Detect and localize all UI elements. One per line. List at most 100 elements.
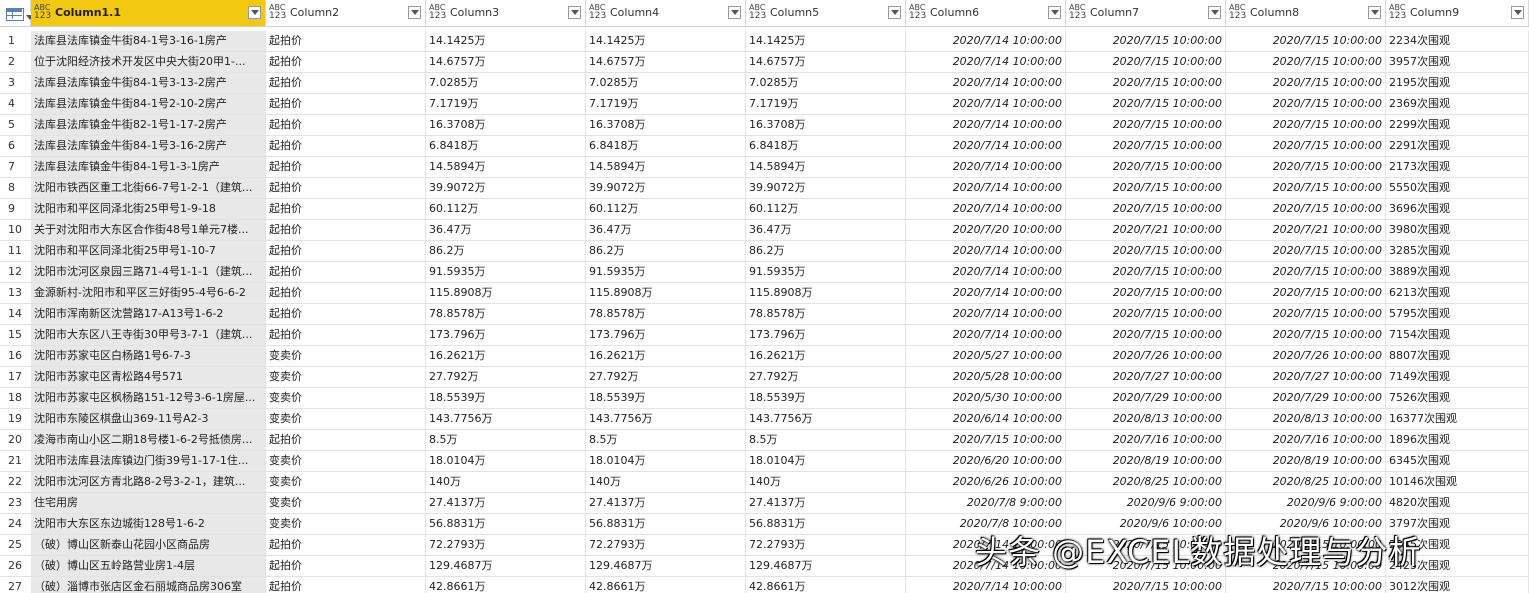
table-cell-col4[interactable]: 7.1719万 — [586, 94, 746, 114]
table-cell-col3[interactable]: 39.9072万 — [426, 178, 586, 198]
table-cell-col7[interactable]: 2020/7/15 10:00:00 — [1066, 31, 1226, 51]
filter-dropdown-icon[interactable] — [1511, 6, 1524, 19]
table-cell-col1[interactable]: 沈阳市和平区同泽北街25甲号1-10-7 — [31, 241, 266, 261]
table-cell-col8[interactable]: 2020/7/15 10:00:00 — [1226, 241, 1386, 261]
table-cell-col7[interactable]: 2020/7/27 10:00:00 — [1066, 367, 1226, 387]
table-cell-col1[interactable]: 法库县法库镇金牛街84-1号3-16-1房产 — [31, 31, 266, 51]
table-cell-col7[interactable]: 2020/7/15 10:00:00 — [1066, 73, 1226, 93]
row-number[interactable]: 9 — [0, 199, 33, 219]
table-cell-col8[interactable]: 2020/7/15 10:00:00 — [1226, 73, 1386, 93]
table-cell-col8[interactable]: 2020/8/19 10:00:00 — [1226, 451, 1386, 471]
table-cell-col6[interactable]: 2020/5/27 10:00:00 — [906, 346, 1066, 366]
table-cell-col9[interactable]: 10146次围观 — [1386, 472, 1529, 492]
table-cell-col1[interactable]: （破）博山区五岭路营业房1-4层 — [31, 556, 266, 576]
table-cell-col6[interactable]: 2020/5/28 10:00:00 — [906, 367, 1066, 387]
table-cell-col1[interactable]: 沈阳市沈河区方青北路8-2号3-2-1，建筑... — [31, 472, 266, 492]
filter-dropdown-icon[interactable] — [1048, 6, 1061, 19]
table-cell-col3[interactable]: 72.2793万 — [426, 535, 586, 555]
table-cell-col4[interactable]: 6.8418万 — [586, 136, 746, 156]
table-cell-col1[interactable]: （破）博山区新泰山花园小区商品房 — [31, 535, 266, 555]
table-cell-col7[interactable]: 2020/7/16 10:00:00 — [1066, 430, 1226, 450]
table-cell-col6[interactable]: 2020/7/15 10:00:00 — [906, 430, 1066, 450]
table-cell-col6[interactable]: 2020/7/20 10:00:00 — [906, 220, 1066, 240]
table-cell-col8[interactable]: 2020/7/15 10:00:00 — [1226, 199, 1386, 219]
column-header-9[interactable]: ABC 123 Column9 — [1386, 0, 1529, 26]
table-cell-col3[interactable]: 16.3708万 — [426, 115, 586, 135]
table-cell-col6[interactable]: 2020/7/14 10:00:00 — [906, 199, 1066, 219]
table-cell-col3[interactable]: 36.47万 — [426, 220, 586, 240]
table-cell-col5[interactable]: 8.5万 — [746, 430, 906, 450]
filter-dropdown-icon[interactable] — [568, 6, 581, 19]
row-number[interactable]: 19 — [0, 409, 33, 429]
table-cell-col1[interactable]: 沈阳市沈河区泉园三路71-4号1-1-1（建筑... — [31, 262, 266, 282]
table-cell-col3[interactable]: 173.796万 — [426, 325, 586, 345]
table-cell-col2[interactable]: 变卖价 — [266, 367, 426, 387]
row-number[interactable]: 10 — [0, 220, 33, 240]
table-cell-col3[interactable]: 27.4137万 — [426, 493, 586, 513]
table-cell-col7[interactable]: 2020/7/15 10:00:00 — [1066, 199, 1226, 219]
row-number[interactable]: 12 — [0, 262, 33, 282]
table-cell-col4[interactable]: 14.6757万 — [586, 52, 746, 72]
table-cell-col5[interactable]: 18.0104万 — [746, 451, 906, 471]
table-cell-col1[interactable]: 沈阳市苏家屯区青松路4号571 — [31, 367, 266, 387]
table-cell-col9[interactable]: 3889次围观 — [1386, 262, 1529, 282]
row-number[interactable]: 25 — [0, 535, 33, 555]
table-cell-col4[interactable]: 173.796万 — [586, 325, 746, 345]
table-cell-col4[interactable]: 7.0285万 — [586, 73, 746, 93]
table-cell-col8[interactable]: 2020/7/15 10:00:00 — [1226, 262, 1386, 282]
table-cell-col2[interactable]: 起拍价 — [266, 241, 426, 261]
row-number[interactable]: 16 — [0, 346, 33, 366]
table-cell-col6[interactable]: 2020/6/20 10:00:00 — [906, 451, 1066, 471]
table-cell-col4[interactable]: 14.1425万 — [586, 31, 746, 51]
table-cell-col2[interactable]: 起拍价 — [266, 577, 426, 593]
table-cell-col1[interactable]: 法库县法库镇金牛街84-1号3-13-2房产 — [31, 73, 266, 93]
table-cell-col1[interactable]: 沈阳市法库县法库镇边门街39号1-17-1住... — [31, 451, 266, 471]
table-cell-col8[interactable]: 2020/7/15 10:00:00 — [1226, 325, 1386, 345]
table-cell-col8[interactable]: 2020/7/15 10:00:00 — [1226, 52, 1386, 72]
table-cell-col4[interactable]: 140万 — [586, 472, 746, 492]
table-cell-col3[interactable]: 27.792万 — [426, 367, 586, 387]
table-cell-col7[interactable]: 2020/7/15 10:00:00 — [1066, 178, 1226, 198]
table-cell-col3[interactable]: 6.8418万 — [426, 136, 586, 156]
table-cell-col4[interactable]: 56.8831万 — [586, 514, 746, 534]
table-cell-col7[interactable]: 2020/8/25 10:00:00 — [1066, 472, 1226, 492]
table-cell-col4[interactable]: 8.5万 — [586, 430, 746, 450]
table-cell-col2[interactable]: 起拍价 — [266, 283, 426, 303]
row-number[interactable]: 4 — [0, 94, 33, 114]
table-cell-col3[interactable]: 42.8661万 — [426, 577, 586, 593]
table-cell-col5[interactable]: 6.8418万 — [746, 136, 906, 156]
table-cell-col2[interactable]: 起拍价 — [266, 73, 426, 93]
table-cell-col5[interactable]: 140万 — [746, 472, 906, 492]
table-cell-col9[interactable]: 2195次围观 — [1386, 73, 1529, 93]
table-cell-col1[interactable]: 沈阳市大东区东边城街128号1-6-2 — [31, 514, 266, 534]
table-cell-col8[interactable]: 2020/7/29 10:00:00 — [1226, 388, 1386, 408]
table-cell-col1[interactable]: 沈阳市苏家屯区枫杨路151-12号3-6-1房屋... — [31, 388, 266, 408]
table-cell-col3[interactable]: 7.0285万 — [426, 73, 586, 93]
table-cell-col8[interactable]: 2020/7/15 10:00:00 — [1226, 178, 1386, 198]
table-cell-col6[interactable]: 2020/6/26 10:00:00 — [906, 472, 1066, 492]
table-cell-col5[interactable]: 14.6757万 — [746, 52, 906, 72]
table-cell-col8[interactable]: 2020/7/15 10:00:00 — [1226, 94, 1386, 114]
row-number[interactable]: 23 — [0, 493, 33, 513]
table-cell-col7[interactable]: 2020/7/15 10:00:00 — [1066, 283, 1226, 303]
table-cell-col4[interactable]: 78.8578万 — [586, 304, 746, 324]
table-cell-col4[interactable]: 16.2621万 — [586, 346, 746, 366]
table-cell-col5[interactable]: 72.2793万 — [746, 535, 906, 555]
row-number[interactable]: 13 — [0, 283, 33, 303]
table-cell-col5[interactable]: 18.5539万 — [746, 388, 906, 408]
table-cell-col9[interactable]: 2369次围观 — [1386, 94, 1529, 114]
table-cell-col9[interactable]: 5550次围观 — [1386, 178, 1529, 198]
table-cell-col1[interactable]: 凌海市南山小区二期18号楼1-6-2号抵债房... — [31, 430, 266, 450]
table-cell-col3[interactable]: 143.7756万 — [426, 409, 586, 429]
table-cell-col7[interactable]: 2020/8/19 10:00:00 — [1066, 451, 1226, 471]
table-cell-col5[interactable]: 115.8908万 — [746, 283, 906, 303]
table-cell-col3[interactable]: 16.2621万 — [426, 346, 586, 366]
table-cell-col2[interactable]: 起拍价 — [266, 115, 426, 135]
table-cell-col5[interactable]: 60.112万 — [746, 199, 906, 219]
table-cell-col9[interactable]: 6345次围观 — [1386, 451, 1529, 471]
column-header-5[interactable]: ABC 123 Column5 — [746, 0, 906, 26]
table-cell-col7[interactable]: 2020/7/26 10:00:00 — [1066, 346, 1226, 366]
table-cell-col1[interactable]: 沈阳市浑南新区沈营路17-A13号1-6-2 — [31, 304, 266, 324]
table-cell-col2[interactable]: 起拍价 — [266, 157, 426, 177]
column-header-3[interactable]: ABC 123 Column3 — [426, 0, 586, 26]
